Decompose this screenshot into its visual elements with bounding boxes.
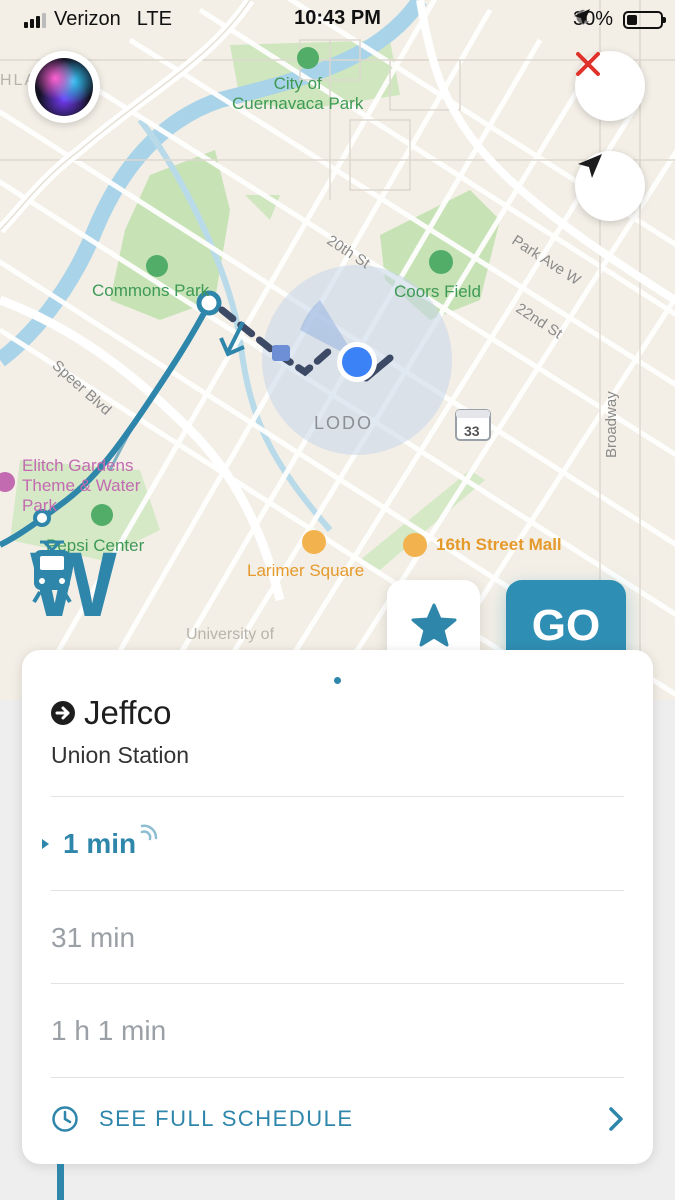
map-label-lodo: LODO (314, 413, 374, 433)
see-full-schedule-label: SEE FULL SCHEDULE (99, 1106, 354, 1131)
location-arrow-icon (578, 154, 602, 178)
route-line-segment (57, 1164, 64, 1200)
location-services-icon (573, 9, 590, 25)
divider (51, 983, 624, 984)
departure-time[interactable]: 1 h 1 min (51, 1015, 166, 1047)
departure-time-row[interactable]: 1 min (42, 824, 160, 860)
divider (51, 1077, 624, 1078)
destination-name: Jeffco (84, 694, 172, 731)
status-bar: Verizon LTE 10:43 PM 30% (0, 0, 675, 38)
map-label-commons-park[interactable]: Commons Park (92, 281, 209, 301)
map-label-broadway: Broadway (603, 391, 620, 458)
divider (51, 890, 624, 891)
siri-icon (35, 58, 93, 116)
map-label-cuernavaca-park[interactable]: City of Cuernavaca Park (232, 74, 363, 114)
siri-button[interactable] (28, 51, 100, 123)
map-label-elitch-gardens[interactable]: Elitch Gardens Theme & Water Park (22, 456, 140, 516)
sheet-handle[interactable] (334, 677, 341, 684)
selected-indicator-icon (42, 839, 49, 849)
departure-time: 1 min (63, 828, 137, 859)
route-shield-number: 33 (464, 423, 480, 439)
departure-time[interactable]: 31 min (51, 922, 135, 954)
departure-card: Jeffco Union Station 1 min 31 min 1 h 1 … (22, 650, 653, 1164)
map-label-larimer-square[interactable]: Larimer Square (247, 561, 364, 581)
see-full-schedule-link[interactable]: SEE FULL SCHEDULE (51, 1105, 624, 1133)
divider (51, 796, 624, 797)
realtime-signal-icon (140, 824, 158, 841)
light-rail-train-icon (32, 540, 72, 604)
clock-icon (52, 1106, 78, 1132)
arrow-right-circle-icon (51, 701, 75, 725)
map-label-16th-street-mall[interactable]: 16th Street Mall (436, 535, 562, 555)
destination-header: Jeffco (50, 694, 171, 732)
map-label-coors-field[interactable]: Coors Field (394, 282, 481, 302)
battery-icon (623, 10, 666, 29)
close-icon (576, 52, 600, 76)
star-icon (411, 603, 456, 647)
stop-name: Union Station (51, 742, 190, 768)
status-right: 30% (573, 8, 666, 31)
recenter-location-button[interactable] (575, 151, 645, 221)
close-button[interactable] (575, 51, 645, 121)
route-line-badge: W (30, 539, 117, 631)
map-label-university: University of (186, 626, 275, 643)
chevron-right-icon (609, 1107, 623, 1131)
